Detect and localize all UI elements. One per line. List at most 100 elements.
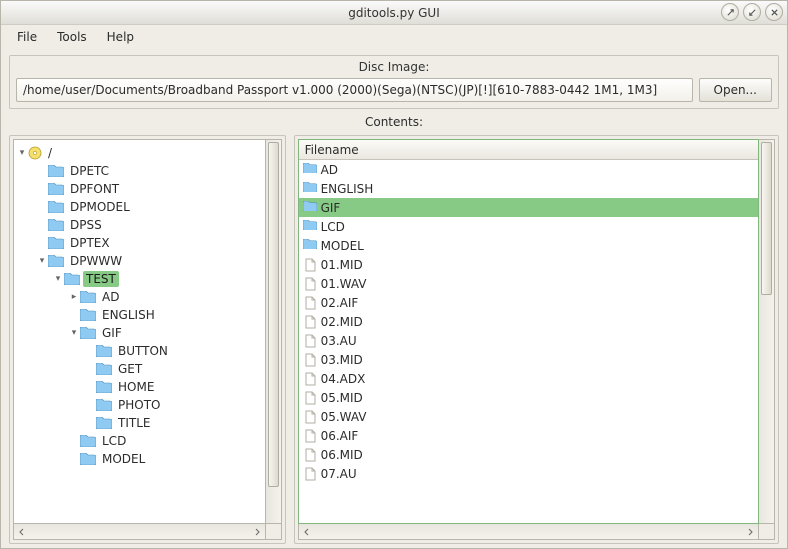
tree-item[interactable]: ▾ GIF	[16, 324, 263, 342]
tree-vscroll-thumb[interactable]	[268, 142, 279, 487]
tree-item[interactable]: TITLE	[16, 414, 263, 432]
scroll-left-icon[interactable]	[14, 524, 30, 539]
tree-item[interactable]: DPFONT	[16, 180, 263, 198]
list-row[interactable]: ENGLISH	[299, 179, 758, 198]
close-button[interactable]	[765, 3, 783, 21]
list-row[interactable]: 01.WAV	[299, 274, 758, 293]
open-button[interactable]: Open...	[699, 78, 773, 102]
list-scrollview[interactable]: Filename ADENGLISHGIF LCD MODEL 01.MID 01.WA…	[298, 139, 759, 524]
folder-icon	[80, 309, 96, 321]
list-row[interactable]: LCD	[299, 217, 758, 236]
filename: 01.WAV	[321, 277, 367, 291]
list-row[interactable]: 02.MID	[299, 312, 758, 331]
tree-label: LCD	[99, 433, 129, 449]
tree-item[interactable]: BUTTON	[16, 342, 263, 360]
tree-item[interactable]: HOME	[16, 378, 263, 396]
disc-image-label: Disc Image:	[359, 60, 430, 74]
folder-icon	[48, 165, 64, 177]
tree-label: GIF	[99, 325, 125, 341]
scroll-right-icon[interactable]	[742, 524, 758, 539]
tree-item[interactable]: ▾TEST	[16, 270, 263, 288]
folder-icon	[80, 435, 96, 447]
scroll-right-icon[interactable]	[249, 524, 265, 539]
filename: MODEL	[321, 239, 364, 253]
list-row[interactable]: 02.AIF	[299, 293, 758, 312]
file-list[interactable]: ADENGLISHGIF LCD MODEL 01.MID 01.WAV 02.AIF 02…	[299, 160, 758, 523]
list-row[interactable]: AD	[299, 160, 758, 179]
tree-item[interactable]: DPMODEL	[16, 198, 263, 216]
file-icon	[303, 296, 317, 310]
file-icon	[303, 448, 317, 462]
expand-icon[interactable]: ▾	[52, 274, 64, 284]
tree-item[interactable]: LCD	[16, 432, 263, 450]
filename: 02.AIF	[321, 296, 359, 310]
folder-icon	[96, 381, 112, 393]
list-row[interactable]: MODEL	[299, 236, 758, 255]
expand-icon[interactable]: ▾	[68, 328, 80, 338]
tree-root[interactable]: ▾/	[16, 144, 263, 162]
file-icon	[303, 467, 317, 481]
directory-tree[interactable]: ▾/DPETCDPFONTDPMODELDPSSDPTEX▾DPWWW▾TEST…	[14, 140, 265, 472]
filename: 06.MID	[321, 448, 363, 462]
list-row[interactable]: 03.MID	[299, 350, 758, 369]
file-icon	[303, 334, 317, 348]
menu-file[interactable]: File	[7, 27, 47, 47]
file-icon	[303, 353, 317, 367]
tree-item[interactable]: ENGLISH	[16, 306, 263, 324]
tree-item[interactable]: DPETC	[16, 162, 263, 180]
tree-item[interactable]: MODEL	[16, 450, 263, 468]
disc-image-section: Disc Image: /home/user/Documents/Broadba…	[9, 55, 779, 109]
expand-icon[interactable]: ▸	[68, 292, 80, 302]
cd-icon	[28, 146, 42, 160]
list-row[interactable]: 04.ADX	[299, 369, 758, 388]
tree-scrollview[interactable]: ▾/DPETCDPFONTDPMODELDPSSDPTEX▾DPWWW▾TEST…	[13, 139, 266, 524]
list-header[interactable]: Filename	[299, 140, 758, 160]
menu-tools[interactable]: Tools	[47, 27, 97, 47]
file-icon	[303, 391, 317, 405]
file-icon	[303, 410, 317, 424]
list-row[interactable]: 03.AU	[299, 331, 758, 350]
tree-item[interactable]: ▾ DPWWW	[16, 252, 263, 270]
filename: 04.ADX	[321, 372, 366, 386]
list-row[interactable]: 07.AU	[299, 464, 758, 483]
folder-icon	[303, 201, 317, 215]
list-row[interactable]: 06.AIF	[299, 426, 758, 445]
scroll-left-icon[interactable]	[299, 524, 315, 539]
tree-item[interactable]: GET	[16, 360, 263, 378]
tree-label: /	[45, 145, 55, 161]
list-hscrollbar[interactable]	[298, 524, 759, 540]
disc-image-row: /home/user/Documents/Broadband Passport …	[16, 78, 772, 102]
tree-item[interactable]: ▸AD	[16, 288, 263, 306]
list-row[interactable]: 05.WAV	[299, 407, 758, 426]
list-vscroll-thumb[interactable]	[761, 142, 772, 295]
folder-icon	[303, 239, 317, 253]
filename: 01.MID	[321, 258, 363, 272]
expand-icon[interactable]: ▾	[36, 256, 48, 266]
list-row[interactable]: 05.MID	[299, 388, 758, 407]
list-row[interactable]: 06.MID	[299, 445, 758, 464]
file-icon	[303, 258, 317, 272]
expand-icon[interactable]: ▾	[16, 148, 28, 158]
folder-icon	[303, 182, 317, 196]
minimize-button[interactable]	[721, 3, 739, 21]
tree-item[interactable]: DPSS	[16, 216, 263, 234]
tree-label: TITLE	[115, 415, 153, 431]
scroll-corner	[759, 524, 775, 540]
folder-icon	[48, 255, 64, 267]
list-pane: Filename ADENGLISHGIF LCD MODEL 01.MID 01.WA…	[294, 135, 779, 544]
filename: LCD	[321, 220, 345, 234]
list-vscrollbar[interactable]	[759, 139, 775, 524]
tree-label: DPWWW	[67, 253, 125, 269]
tree-vscrollbar[interactable]	[266, 139, 282, 524]
menu-help[interactable]: Help	[97, 27, 144, 47]
tree-item[interactable]: DPTEX	[16, 234, 263, 252]
list-row[interactable]: GIF	[299, 198, 758, 217]
list-row[interactable]: 01.MID	[299, 255, 758, 274]
maximize-button[interactable]	[743, 3, 761, 21]
folder-icon	[80, 453, 96, 465]
folder-icon	[96, 399, 112, 411]
folder-icon	[96, 417, 112, 429]
tree-hscrollbar[interactable]	[13, 524, 266, 540]
tree-item[interactable]: PHOTO	[16, 396, 263, 414]
filename: 05.WAV	[321, 410, 367, 424]
